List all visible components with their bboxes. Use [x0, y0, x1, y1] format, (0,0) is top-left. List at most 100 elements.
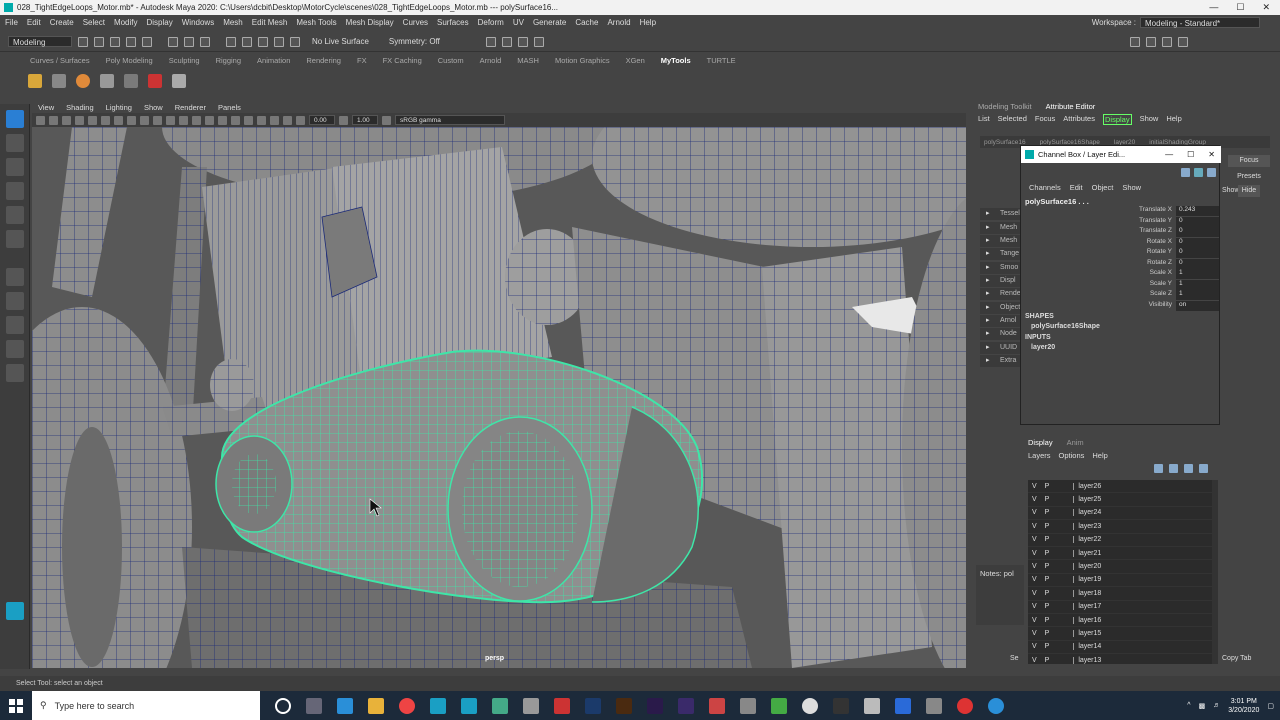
show-button[interactable]: Show	[1222, 185, 1238, 197]
menu-curves[interactable]: Curves	[403, 18, 428, 27]
menu-arnold[interactable]: Arnold	[607, 18, 630, 27]
shelf-tab[interactable]: Rigging	[216, 56, 241, 65]
attr-visibility[interactable]: Visibility on	[1081, 300, 1219, 311]
menu-mesh[interactable]: Mesh	[223, 18, 243, 27]
maya-icon[interactable]	[430, 697, 446, 714]
gamma-field[interactable]: 1.00	[352, 115, 378, 125]
attr-rotate-z[interactable]: Rotate Z0	[1081, 258, 1219, 269]
select-object-icon[interactable]	[184, 36, 194, 47]
tab-anim[interactable]: Anim	[1067, 438, 1084, 447]
network-icon[interactable]: ▩	[1199, 702, 1206, 710]
ae-menu-focus[interactable]: Focus	[1035, 114, 1055, 125]
viewport-persp[interactable]	[32, 127, 966, 668]
file-explorer-icon[interactable]	[368, 697, 384, 714]
gamma-icon[interactable]	[339, 115, 348, 125]
app-icon[interactable]	[337, 697, 353, 714]
shelf-tab[interactable]: TURTLE	[707, 56, 736, 65]
settings-icon[interactable]	[1207, 168, 1216, 177]
tab-modeling-toolkit[interactable]: Modeling Toolkit	[978, 102, 1032, 111]
layer-row[interactable]: V Player20	[1028, 560, 1212, 574]
layer-row[interactable]: V Player23	[1028, 520, 1212, 534]
attr-translate-z[interactable]: Translate Z0	[1081, 227, 1219, 237]
shelf-tab[interactable]: Poly Modeling	[106, 56, 153, 65]
camera-select-icon[interactable]	[36, 115, 45, 125]
layer-row[interactable]: V Player14	[1028, 641, 1212, 655]
menu-uv[interactable]: UV	[513, 18, 524, 27]
premiere-icon[interactable]	[678, 697, 694, 714]
illustrator-icon[interactable]	[616, 697, 632, 714]
cb-menu-object[interactable]: Object	[1092, 183, 1114, 192]
layer-row[interactable]: V Player25	[1028, 493, 1212, 507]
shelf-tool-icon[interactable]	[52, 74, 66, 88]
snap-curve-icon[interactable]	[242, 36, 252, 47]
maya-icon[interactable]	[461, 697, 477, 714]
outliner-layout-icon[interactable]	[5, 364, 24, 382]
taskbar-clock[interactable]: 3:01 PM 3/20/2020	[1228, 697, 1259, 715]
open-scene-icon[interactable]	[94, 36, 104, 47]
move-layer-up-icon[interactable]	[1154, 464, 1163, 473]
select-hierarchy-icon[interactable]	[168, 36, 178, 47]
exposure-field[interactable]: 0.00	[309, 115, 335, 125]
shelf-tab[interactable]: FX	[357, 56, 367, 65]
focus-button[interactable]: Focus	[1228, 155, 1270, 167]
snap-view-icon[interactable]	[274, 36, 284, 47]
ae-menu-help[interactable]: Help	[1166, 114, 1181, 125]
rotate-tool-icon[interactable]	[5, 206, 24, 224]
lights-icon[interactable]	[218, 115, 227, 125]
input-node[interactable]: layer20	[1031, 344, 1055, 351]
textured-icon[interactable]	[205, 115, 214, 125]
hypershade-icon[interactable]	[533, 36, 544, 47]
undo-icon[interactable]	[126, 36, 136, 47]
view-transform-dropdown[interactable]: sRGB gamma	[395, 115, 505, 125]
ipr-render-icon[interactable]	[501, 36, 512, 47]
ambient-occlusion-icon[interactable]	[244, 115, 253, 125]
attr-rotate-y[interactable]: Rotate Y0	[1081, 248, 1219, 258]
menu-create[interactable]: Create	[50, 18, 74, 27]
ae-menu-attributes[interactable]: Attributes	[1063, 114, 1095, 125]
copy-tab-button[interactable]: Copy Tab	[1222, 655, 1251, 662]
attr-rotate-x[interactable]: Rotate X0	[1081, 237, 1219, 248]
resolution-gate-icon[interactable]	[114, 115, 123, 125]
layer-row[interactable]: V Player15	[1028, 627, 1212, 641]
last-tool-icon[interactable]	[5, 268, 24, 286]
film-gate-icon[interactable]	[101, 115, 110, 125]
layer-row[interactable]: V Player16	[1028, 614, 1212, 628]
lock-icon[interactable]	[1194, 168, 1203, 177]
layer-row[interactable]: V Player19	[1028, 574, 1212, 588]
menu-display[interactable]: Display	[147, 18, 173, 27]
tab-display[interactable]: Display	[1028, 438, 1053, 447]
attr-translate-y[interactable]: Translate Y0	[1081, 216, 1219, 227]
cb-menu-show[interactable]: Show	[1122, 183, 1141, 192]
task-view-icon[interactable]	[306, 697, 322, 714]
workspace-dropdown[interactable]: Modeling - Standard*	[1140, 17, 1260, 28]
menu-select[interactable]: Select	[83, 18, 105, 27]
shelf-tab[interactable]: Custom	[438, 56, 464, 65]
shelf-tab[interactable]: MASH	[517, 56, 539, 65]
options-menu[interactable]: Options	[1059, 451, 1085, 460]
tray-chevron-icon[interactable]: ^	[1187, 702, 1190, 709]
layout-two-icon[interactable]	[5, 340, 24, 358]
symmetry-dropdown[interactable]: Symmetry: Off	[389, 37, 440, 46]
attribute-editor-toggle-icon[interactable]	[1161, 36, 1172, 47]
image-plane-icon[interactable]	[75, 115, 84, 125]
app-icon[interactable]	[740, 697, 756, 714]
shelf-tab[interactable]: Curves / Surfaces	[30, 56, 90, 65]
shelf-tool-icon[interactable]	[28, 74, 42, 88]
menu-help[interactable]: Help	[640, 18, 656, 27]
layout-single-icon[interactable]	[5, 292, 24, 310]
render-settings-icon[interactable]	[517, 36, 528, 47]
redo-icon[interactable]	[142, 36, 152, 47]
attr-scale-z[interactable]: Scale Z1	[1081, 290, 1219, 300]
field-chart-icon[interactable]	[140, 115, 149, 125]
render-icon[interactable]	[485, 36, 496, 47]
tab-attribute-editor[interactable]: Attribute Editor	[1046, 102, 1096, 111]
menu-windows[interactable]: Windows	[182, 18, 214, 27]
cb-menu-channels[interactable]: Channels	[1029, 183, 1061, 192]
menu-edit[interactable]: Edit	[27, 18, 41, 27]
close-button[interactable]: ✕	[1262, 2, 1270, 13]
isolate-select-icon[interactable]	[283, 115, 292, 125]
move-layer-down-icon[interactable]	[1169, 464, 1178, 473]
app-icon[interactable]	[492, 697, 508, 714]
layers-menu[interactable]: Layers	[1028, 451, 1051, 460]
select-component-icon[interactable]	[200, 36, 210, 47]
